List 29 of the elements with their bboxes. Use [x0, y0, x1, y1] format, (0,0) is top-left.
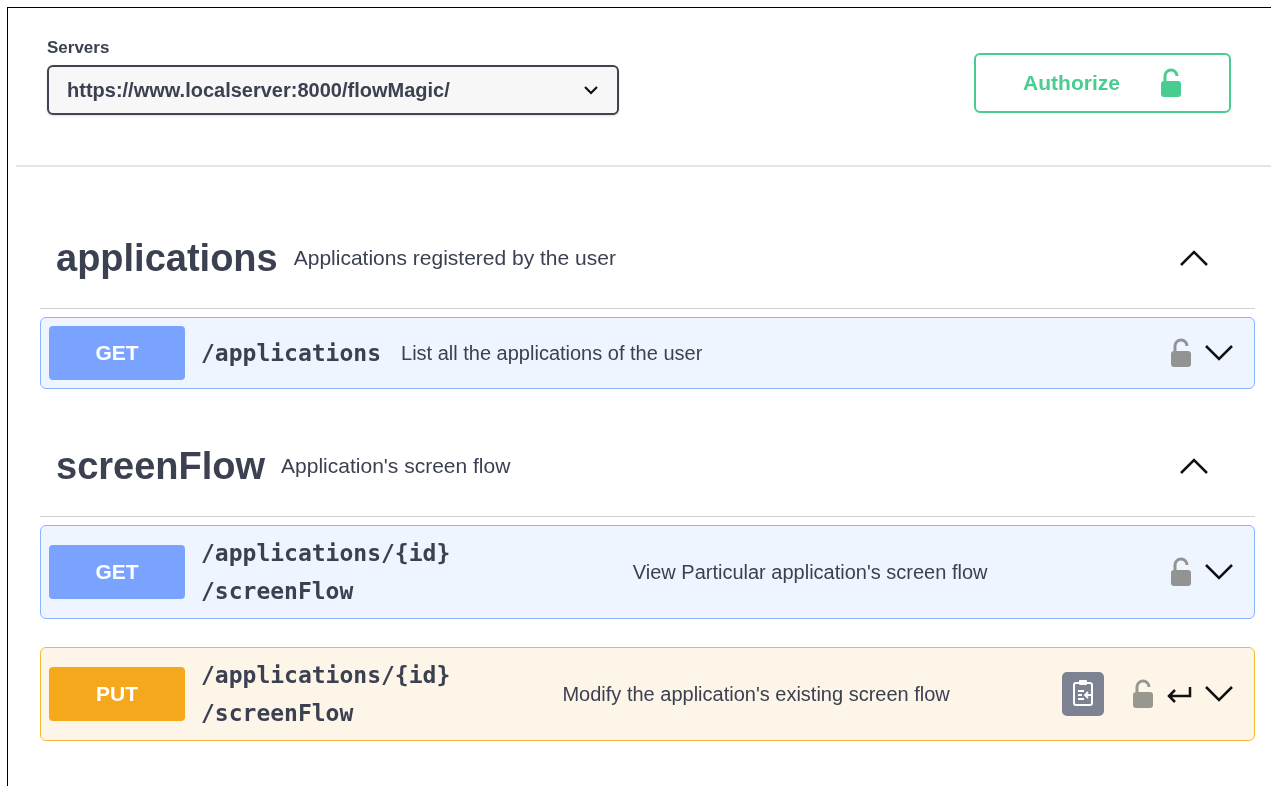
chevron-down-icon[interactable]	[1204, 562, 1234, 581]
lock-icon[interactable]	[1170, 556, 1192, 587]
servers-label: Servers	[47, 37, 111, 59]
clipboard-icon[interactable]	[1062, 671, 1104, 716]
endpoint-path: /applications/{id} /screenFlow	[201, 538, 451, 606]
method-badge: GET	[49, 544, 185, 599]
endpoint-summary: Modify the application's existing screen flow	[561, 681, 951, 707]
section-description: Application's screen flow	[281, 453, 512, 480]
endpoint-summary: View Particular application's screen flow	[631, 559, 989, 585]
endpoint-path: /applications/{id} /screenFlow	[201, 660, 451, 728]
section-description: Applications registered by the user	[293, 245, 617, 272]
lock-icon[interactable]	[1132, 678, 1154, 709]
server-select[interactable]: https://www.localserver:8000/flowMagic/	[47, 64, 619, 115]
operation-row[interactable]: GET /applications List all the applications of the user	[40, 316, 1255, 389]
operation-row[interactable]: PUT /applications/{id} /screenFlow Modify the application's existing screen flow	[40, 646, 1255, 741]
lock-icon[interactable]	[1170, 337, 1192, 368]
endpoint-summary: List all the applications of the user	[401, 340, 704, 366]
chevron-down-icon[interactable]	[1204, 343, 1234, 362]
method-badge: GET	[49, 325, 185, 380]
chevron-up-icon[interactable]	[1179, 457, 1209, 475]
endpoint-path: /applications	[201, 338, 381, 368]
section-title[interactable]: applications	[56, 229, 278, 287]
chevron-down-icon	[583, 84, 599, 95]
chevron-up-icon[interactable]	[1179, 249, 1209, 267]
return-arrow-icon[interactable]	[1166, 684, 1192, 703]
method-badge: PUT	[49, 666, 185, 721]
chevron-down-icon[interactable]	[1204, 684, 1234, 703]
section-title[interactable]: screenFlow	[56, 437, 266, 495]
operation-row[interactable]: GET /applications/{id} /screenFlow View Particular application's screen flow	[40, 524, 1255, 619]
